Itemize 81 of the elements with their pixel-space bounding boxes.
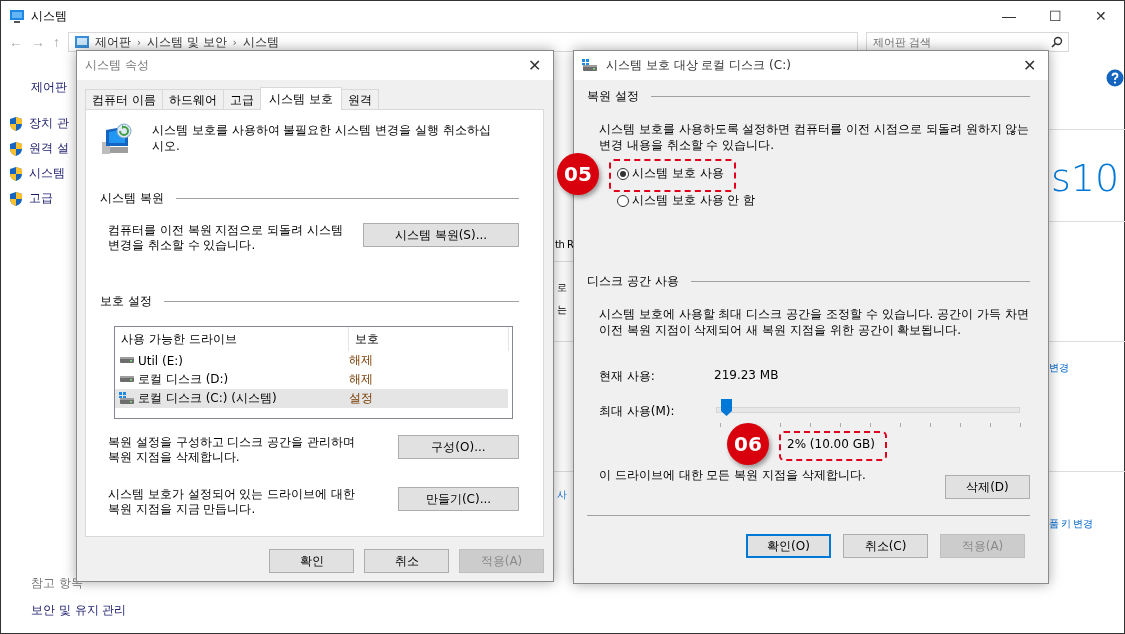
description-text: 시스템 보호를 사용하도록 설정하면 컴퓨터를 이전 시점으로 되돌려 원하지 않는 변경 내용을 취소할 수 있습니다.: [599, 121, 1031, 153]
logo-text: s10: [1051, 159, 1120, 197]
list-row[interactable]: Util (E:) 해제: [115, 351, 508, 370]
sidebar-link[interactable]: 제어판: [31, 79, 67, 96]
drive-name: 로컬 디스크 (C:) (시스템): [138, 390, 277, 407]
sidebar-link[interactable]: 보안 및 유지 관리: [31, 602, 127, 619]
link[interactable]: 변경: [1049, 361, 1068, 375]
description-text: 이 드라이브에 대한 모든 복원 지점을 삭제합니다.: [599, 467, 866, 484]
text: th R: [555, 239, 574, 250]
sidebar-link[interactable]: 장치 관: [29, 115, 69, 132]
protection-status: 해제: [349, 352, 373, 369]
field-label: 최대 사용(M):: [599, 403, 676, 420]
description-text: 컴퓨터를 이전 복원 지점으로 되돌려 시스템 변경을 취소할 수 있습니다.: [108, 223, 345, 253]
button[interactable]: 확인: [269, 549, 354, 573]
description-text: 시스템 보호를 사용하여 불필요한 시스템 변경을 실행 취소하십시오.: [152, 122, 492, 155]
button[interactable]: 삭제(D): [945, 475, 1030, 499]
radio-button[interactable]: 시스템 보호 사용: [617, 165, 724, 182]
section-heading: 시스템 복원: [100, 190, 164, 207]
protection-status: 설정: [349, 390, 373, 407]
sidebar-link[interactable]: 시스템: [29, 165, 65, 182]
column-header[interactable]: 보호: [349, 327, 509, 351]
link[interactable]: 사: [557, 488, 567, 502]
column-header[interactable]: 사용 가능한 드라이브: [115, 327, 349, 351]
radio-circle[interactable]: [617, 194, 629, 207]
list-row[interactable]: 로컬 디스크 (C:) (시스템) 설정: [115, 389, 508, 408]
maximize-button[interactable]: ☐: [1032, 1, 1078, 31]
section-heading: 복원 설정: [587, 88, 639, 105]
button[interactable]: 만들기(C)...: [398, 487, 519, 511]
shield-icon: [9, 115, 23, 132]
drive-name: Util (E:): [138, 353, 183, 368]
slider-thumb[interactable]: [721, 399, 732, 416]
button[interactable]: 취소: [364, 549, 449, 573]
tab[interactable]: 원격: [340, 89, 379, 109]
window-title: 시스템 보호 대상 로컬 디스크 (C:): [606, 57, 791, 74]
button[interactable]: 시스템 복원(S)...: [363, 223, 519, 247]
tab[interactable]: 하드웨어: [161, 89, 224, 109]
breadcrumb-item[interactable]: 시스템: [242, 33, 279, 51]
chevron-icon: ›: [232, 36, 237, 48]
link[interactable]: 품 키 변경: [1049, 517, 1093, 531]
system-drive-icon: [119, 392, 135, 405]
section-heading: 보호 설정: [100, 293, 152, 310]
window-title: 시스템: [31, 7, 67, 25]
shield-icon: [9, 190, 23, 207]
button[interactable]: 취소(C): [843, 534, 928, 558]
description-text: 시스템 보호가 설정되어 있는 드라이브에 대한 복원 지점을 지금 만듭니다.: [108, 487, 357, 517]
drive-icon: [119, 357, 135, 364]
text: 로: [557, 281, 567, 295]
sidebar-link[interactable]: 원격 설: [29, 140, 69, 157]
button[interactable]: 구성(O)...: [398, 435, 519, 459]
section-heading: 디스크 공간 사용: [587, 273, 679, 290]
tab[interactable]: 고급: [222, 89, 261, 109]
description-text: 복원 설정을 구성하고 디스크 공간을 관리하며 복원 지점을 삭제합니다.: [108, 435, 357, 465]
tab[interactable]: 시스템 보호: [259, 87, 342, 110]
close-button[interactable]: ✕: [1019, 56, 1040, 75]
window-title: 시스템 속성: [85, 57, 149, 74]
monitor-icon: [9, 8, 25, 24]
protection-status: 해제: [349, 371, 373, 388]
radio-button[interactable]: 시스템 보호 사용 안 함: [617, 192, 756, 209]
shield-icon: [9, 165, 23, 182]
field-value: 219.23 MB: [714, 368, 779, 384]
list-row[interactable]: 로컬 디스크 (D:) 해제: [115, 370, 508, 389]
field-value: 2% (10.00 GB): [787, 437, 875, 451]
search-icon: [1051, 36, 1063, 48]
breadcrumb-item[interactable]: 제어판: [95, 33, 131, 51]
radio-circle[interactable]: [617, 167, 629, 180]
computer-restore-icon: [100, 122, 134, 156]
close-button[interactable]: ✕: [524, 56, 545, 75]
text: 는: [557, 303, 567, 317]
description-text: 시스템 보호에 사용할 최대 디스크 공간을 조정할 수 있습니다. 공간이 가득 차면 이전 복원 지점이 삭제되어 새 복원 지점을 위한 공간이 확보됩니다.: [599, 306, 1030, 338]
breadcrumb-item[interactable]: 시스템 및 보안: [147, 33, 227, 51]
field-label: 현재 사용:: [599, 368, 656, 385]
tab[interactable]: 컴퓨터 이름: [85, 89, 163, 109]
chevron-icon: ›: [137, 36, 141, 48]
system-drive-icon: [582, 58, 598, 73]
drive-icon: [119, 376, 135, 383]
sidebar-link[interactable]: 고급: [29, 190, 53, 207]
drive-name: 로컬 디스크 (D:): [138, 371, 229, 388]
shield-icon: [9, 140, 23, 157]
minimize-button[interactable]: —: [986, 1, 1032, 31]
button[interactable]: 확인(O): [746, 534, 831, 558]
close-button[interactable]: ✕: [1078, 1, 1124, 31]
